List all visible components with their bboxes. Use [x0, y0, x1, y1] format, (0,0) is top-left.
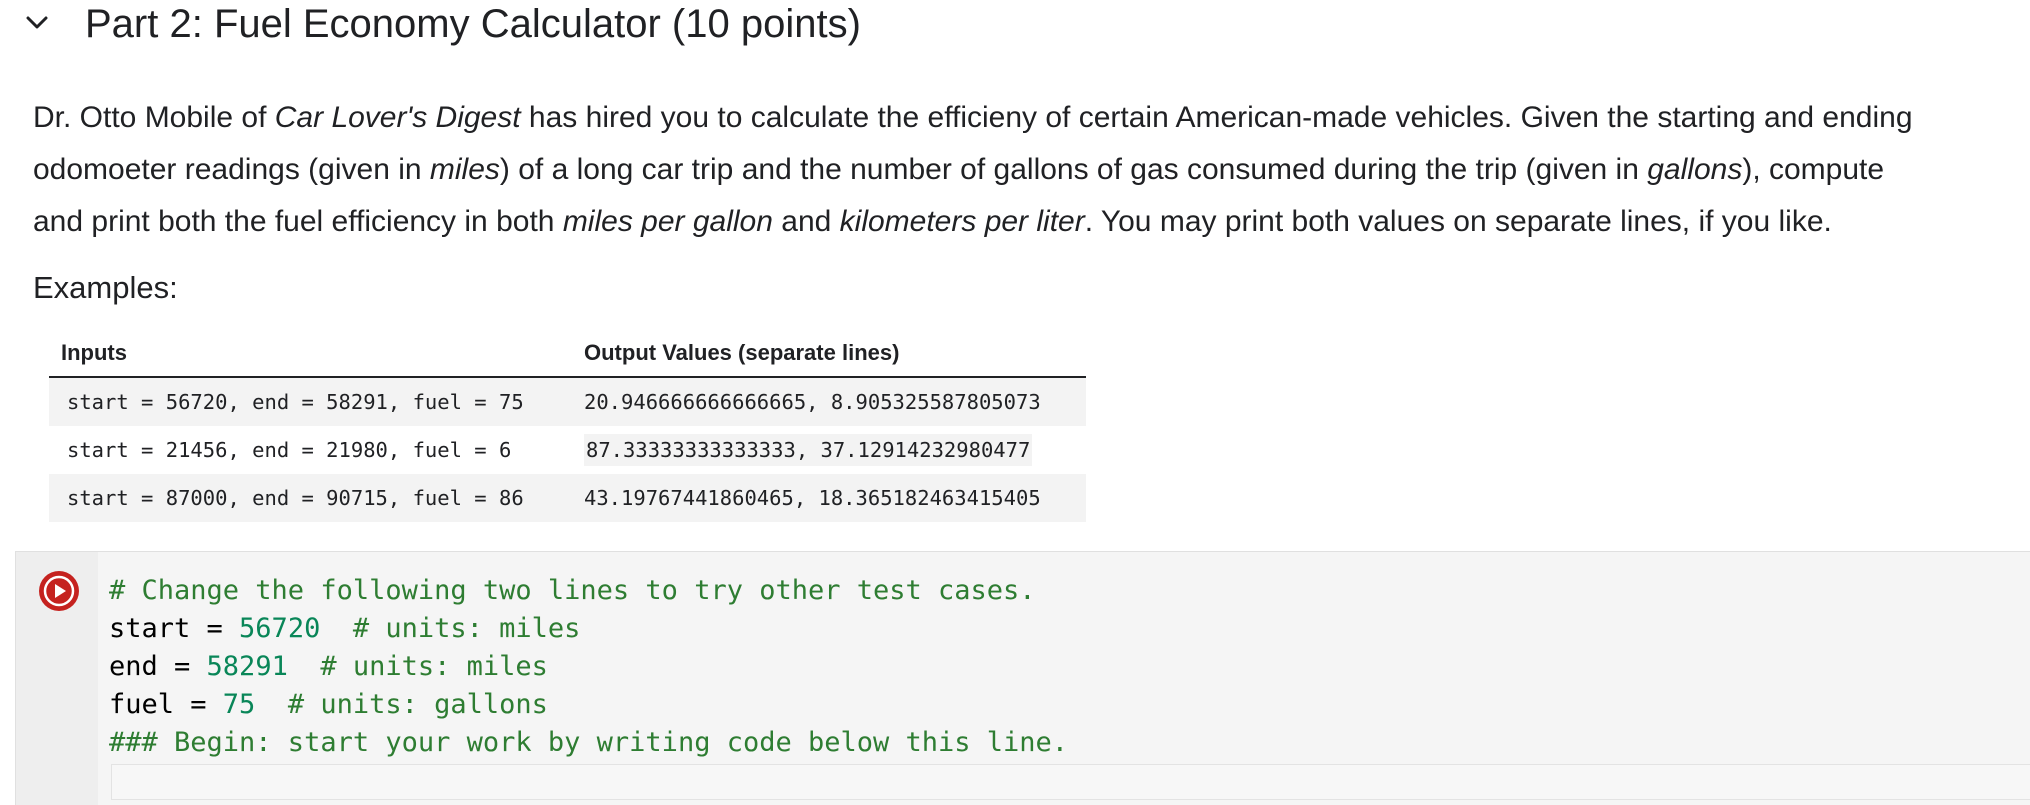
section-header: Part 2: Fuel Economy Calculator (10 poin…: [0, 0, 2030, 50]
code-number: 58291: [206, 651, 288, 682]
code-token: end =: [109, 651, 207, 682]
examples-label: Examples:: [33, 270, 178, 305]
code-input-area[interactable]: [111, 764, 2030, 800]
table-row: start = 56720, end = 58291, fuel = 75 20…: [49, 377, 1086, 426]
code-comment: # units: miles: [320, 613, 581, 644]
run-cell-button[interactable]: [39, 571, 79, 611]
table-cell-input: start = 21456, end = 21980, fuel = 6: [49, 426, 566, 474]
code-editor[interactable]: # Change the following two lines to try …: [109, 572, 1068, 762]
code-comment: # units: gallons: [255, 689, 548, 720]
code-token: fuel =: [109, 689, 223, 720]
table-header-row: Inputs Output Values (separate lines): [49, 330, 1086, 378]
notebook-page: Part 2: Fuel Economy Calculator (10 poin…: [0, 0, 2030, 805]
column-header-outputs: Output Values (separate lines): [566, 330, 1086, 378]
code-number: 56720: [239, 613, 321, 644]
play-icon: [40, 572, 78, 610]
problem-description: Dr. Otto Mobile of Car Lover's Digest ha…: [33, 92, 2028, 248]
table-cell-input: start = 87000, end = 90715, fuel = 86: [49, 474, 566, 522]
table-cell-output: 20.946666666666665, 8.905325587805073: [566, 377, 1086, 426]
code-comment: ### Begin: start your work by writing co…: [109, 727, 1069, 758]
table-cell-input: start = 56720, end = 58291, fuel = 75: [49, 377, 566, 426]
table-row: start = 87000, end = 90715, fuel = 86 43…: [49, 474, 1086, 522]
code-cell[interactable]: # Change the following two lines to try …: [15, 551, 2030, 805]
description-line-3: and print both the fuel efficiency in bo…: [33, 205, 1832, 238]
chevron-down-icon[interactable]: [22, 8, 52, 38]
code-comment: # Change the following two lines to try …: [109, 575, 1036, 606]
table-cell-output: 87.33333333333333, 37.12914232980477: [566, 426, 1086, 474]
description-line-1: Dr. Otto Mobile of Car Lover's Digest ha…: [33, 101, 1913, 134]
section-title: Part 2: Fuel Economy Calculator (10 poin…: [85, 2, 861, 46]
table-row: start = 21456, end = 21980, fuel = 6 87.…: [49, 426, 1086, 474]
table-cell-output: 43.19767441860465, 18.365182463415405: [566, 474, 1086, 522]
description-line-2: odomoeter readings (given in miles) of a…: [33, 153, 1885, 186]
column-header-inputs: Inputs: [49, 330, 566, 378]
code-token: start =: [109, 613, 240, 644]
code-number: 75: [222, 689, 256, 720]
code-comment: # units: miles: [287, 651, 548, 682]
examples-table: Inputs Output Values (separate lines) st…: [49, 330, 1086, 522]
